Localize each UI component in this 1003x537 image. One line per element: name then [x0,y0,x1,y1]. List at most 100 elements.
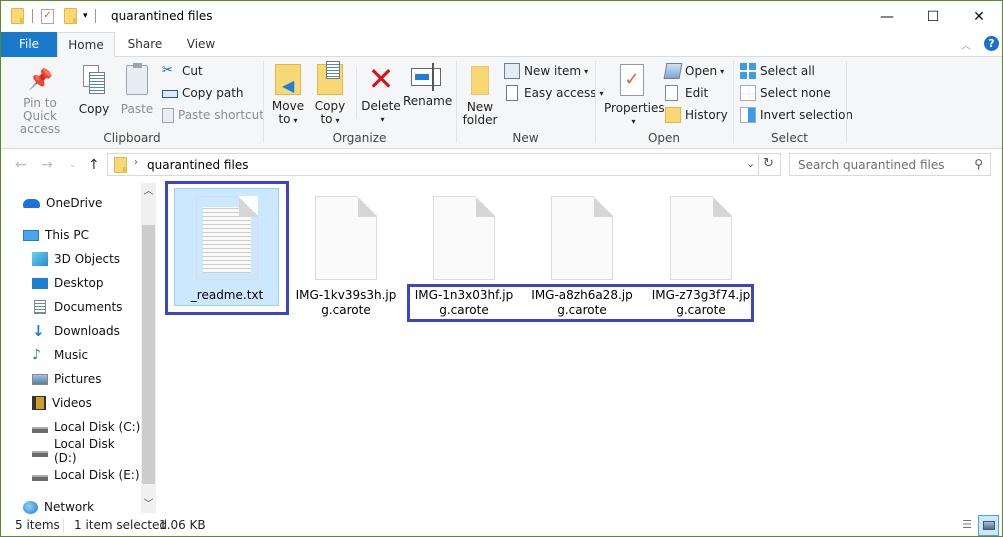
navigation-pane: OneDrive This PC 3D Objects Desktop Docu… [1,183,141,514]
file-name-continued: g.carote [321,303,371,317]
recent-locations-button[interactable]: ⌄ [69,160,77,170]
window-title: quarantined files [111,9,213,23]
clipboard-group-label: Clipboard [103,131,161,145]
dropdown-caret-icon: ▾ [335,116,340,125]
delete-button[interactable]: ✕ Delete ▾ [361,60,401,126]
rename-icon [411,63,441,91]
close-button[interactable]: ✕ [956,1,1002,32]
address-dropdown-icon[interactable]: ⌄ [746,157,755,170]
3d-objects-icon [32,252,48,266]
sidebar-item-local-disk-d[interactable]: Local Disk (D:) [32,437,141,465]
search-input[interactable]: Search quarantined files ⚲ [789,153,991,176]
new-item-icon [504,63,520,79]
status-bar: 5 items 1 item selected 1.06 KB ☰ [1,515,1002,537]
ribbon-tabs: File Home Share View ︿ ? [1,32,1002,58]
breadcrumb-chevron-icon: › [134,157,138,168]
history-button[interactable]: History [665,106,728,124]
sidebar-item-onedrive[interactable]: OneDrive [23,193,102,213]
copy-button[interactable]: Copy [77,65,111,116]
open-group-label: Open [647,131,681,145]
details-view-button[interactable]: ☰ [958,516,976,534]
paste-button[interactable]: Paste [119,63,155,116]
copy-path-button[interactable]: Copy path [162,84,244,102]
large-icons-view-button[interactable] [978,515,999,536]
tab-home[interactable]: Home [57,32,115,58]
select-group-label: Select [770,131,809,145]
new-folder-button[interactable]: New folder [461,64,499,127]
videos-icon [32,396,46,410]
unknown-file-icon [286,191,406,281]
select-all-button[interactable]: Select all [740,62,815,80]
maximize-button[interactable]: ☐ [910,1,956,32]
properties-quick-icon[interactable]: ✓ [41,8,54,24]
drive-c-icon [32,427,48,433]
open-icon [663,63,683,79]
new-folder-quick-icon[interactable] [64,8,77,24]
select-all-icon [740,63,756,79]
easy-access-icon [506,85,518,101]
back-button[interactable]: ← [15,157,27,173]
sidebar-item-local-disk-c[interactable]: Local Disk (C:) [32,417,140,437]
minimize-button[interactable]: — [864,1,910,32]
customize-quick-access-icon[interactable]: ▾ [83,11,88,21]
dropdown-caret-icon: ▾ [293,116,298,125]
unknown-file-icon [641,191,761,281]
pin-to-quick-access-button[interactable]: 📌 Pin to Quick access [5,67,75,136]
dropdown-caret-icon: ▾ [720,66,725,76]
file-item-img-1kv39s3h[interactable]: IMG-1kv39s3h.jp g.carote [286,191,406,318]
open-button[interactable]: Open ▾ [663,62,725,80]
sidebar-item-videos[interactable]: Videos [32,393,92,413]
scrollbar-thumb[interactable] [142,225,155,484]
new-item-button[interactable]: New item ▾ [504,62,588,80]
quick-access-toolbar: ✓ ▾ [11,8,96,24]
select-none-button[interactable]: Select none [740,84,831,102]
copy-to-icon [317,61,343,95]
sidebar-item-downloads[interactable]: ↓ Downloads [32,321,120,341]
sidebar-item-music[interactable]: ♪ Music [32,345,88,365]
select-none-icon [740,85,756,101]
forward-button[interactable]: → [41,157,53,173]
cut-button[interactable]: ✂ Cut [162,62,203,80]
collapse-ribbon-icon[interactable]: ︿ [961,37,971,52]
refresh-icon[interactable]: ↻ [763,156,774,171]
properties-button[interactable]: ✓ Properties ▾ [604,64,665,128]
sidebar-item-this-pc[interactable]: This PC [23,225,89,245]
tab-view[interactable]: View [175,32,227,57]
selection-size: 1.06 KB [159,518,206,532]
sidebar-item-pictures[interactable]: Pictures [32,369,102,389]
scroll-down-icon[interactable]: ﹀ [141,496,156,513]
folder-icon [114,157,127,173]
easy-access-button[interactable]: Easy access ▾ [504,84,604,102]
scroll-up-icon[interactable]: ︿ [141,183,156,200]
sidebar-item-3d-objects[interactable]: 3D Objects [32,249,120,269]
rename-button[interactable]: Rename [403,63,452,108]
sidebar-item-documents[interactable]: Documents [32,297,122,317]
breadcrumb-current-folder[interactable]: quarantined files [147,158,248,172]
edit-button[interactable]: Edit [665,84,708,102]
move-to-button[interactable]: ◀ Move to ▾ [271,64,305,127]
downloads-icon: ↓ [32,322,45,340]
sidebar-item-desktop[interactable]: Desktop [32,273,104,293]
pictures-icon [32,373,48,385]
scissors-icon: ✂ [162,63,173,78]
navigation-pane-scrollbar[interactable]: ︿ ﹀ [141,183,156,513]
organize-group-label: Organize [332,131,387,145]
sidebar-item-local-disk-e[interactable]: Local Disk (E:) [32,465,140,485]
tab-file[interactable]: File [1,32,57,57]
paste-shortcut-button[interactable]: Paste shortcut [162,106,264,124]
address-bar[interactable]: › quarantined files ⌄ ↻ [107,153,781,176]
ribbon-home: 📌 Pin to Quick access Copy Paste ✂ Cut C… [1,57,1002,149]
help-icon[interactable]: ? [984,36,999,51]
copy-path-icon [162,90,178,98]
up-button[interactable]: ↑ [88,157,100,173]
unknown-file-icon [522,191,642,281]
network-icon [23,500,38,514]
pin-icon: 📌 [28,67,53,91]
search-icon: ⚲ [974,157,983,171]
tab-share[interactable]: Share [119,32,171,57]
copy-to-button[interactable]: Copy to ▾ [313,61,347,127]
sidebar-item-network[interactable]: Network [23,497,94,517]
folder-icon [11,8,24,24]
delete-x-icon: ✕ [367,60,395,98]
invert-selection-button[interactable]: Invert selection [740,106,853,124]
